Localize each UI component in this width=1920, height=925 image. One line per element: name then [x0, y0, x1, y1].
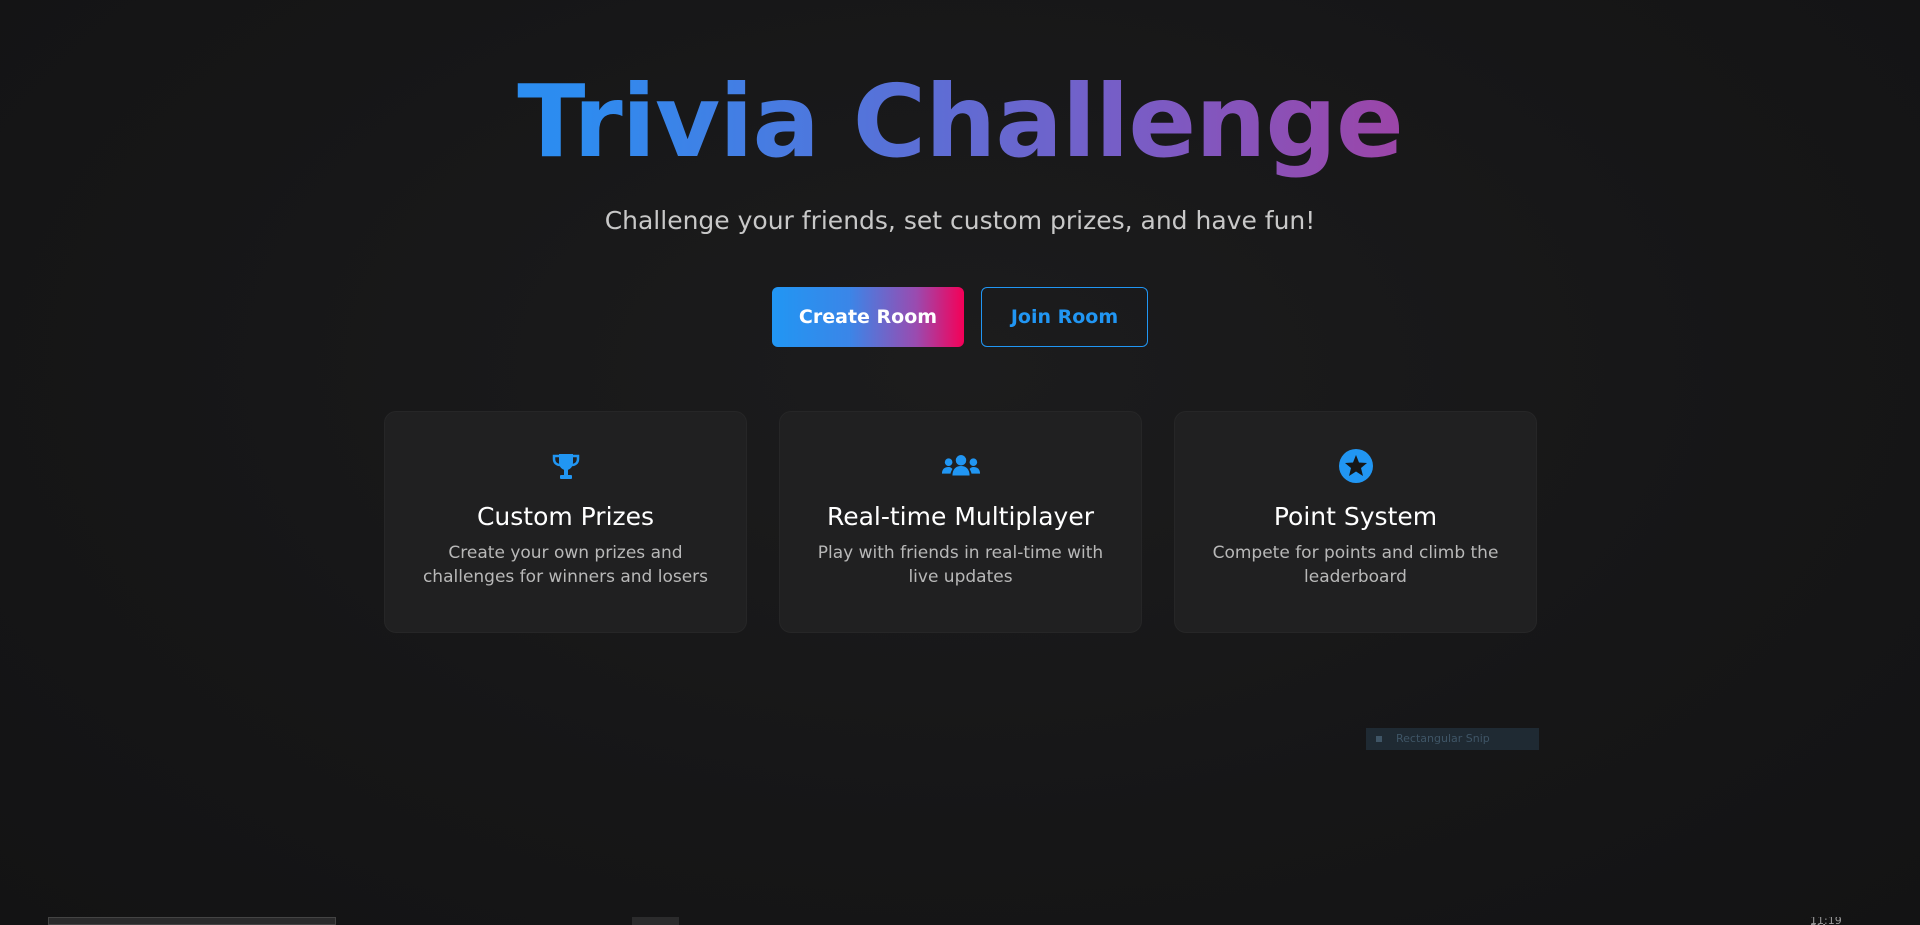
page-subtitle: Challenge your friends, set custom prize…: [604, 206, 1316, 235]
taskbar-app-button[interactable]: [632, 917, 679, 925]
feature-description: Compete for points and climb the leaderb…: [1212, 543, 1499, 587]
feature-description: Play with friends in real-time with live…: [817, 543, 1104, 587]
feature-title: Real-time Multiplayer: [826, 502, 1095, 531]
landing-page: Trivia Challenge Challenge your friends,…: [0, 0, 1920, 925]
page-title: Trivia Challenge: [0, 62, 1920, 182]
feature-cards: Custom Prizes Create your own prizes and…: [384, 411, 1537, 633]
feature-card-realtime-multiplayer: Real-time Multiplayer Play with friends …: [779, 411, 1142, 633]
taskbar-search[interactable]: [48, 917, 336, 925]
join-room-button[interactable]: Join Room: [981, 287, 1148, 347]
feature-title: Point System: [1273, 502, 1438, 531]
feature-card-custom-prizes: Custom Prizes Create your own prizes and…: [384, 411, 747, 633]
action-buttons: Create Room Join Room: [0, 287, 1920, 347]
feature-description: Create your own prizes and challenges fo…: [422, 543, 709, 587]
create-room-button[interactable]: Create Room: [772, 287, 964, 347]
users-icon: [941, 446, 981, 486]
taskbar-clock: 11:19 PM: [1810, 917, 1842, 925]
trophy-icon: [546, 446, 586, 486]
feature-card-point-system: Point System Compete for points and clim…: [1174, 411, 1537, 633]
snip-tooltip: Rectangular Snip: [1366, 728, 1539, 750]
feature-title: Custom Prizes: [476, 502, 655, 531]
star-icon: [1336, 446, 1376, 486]
